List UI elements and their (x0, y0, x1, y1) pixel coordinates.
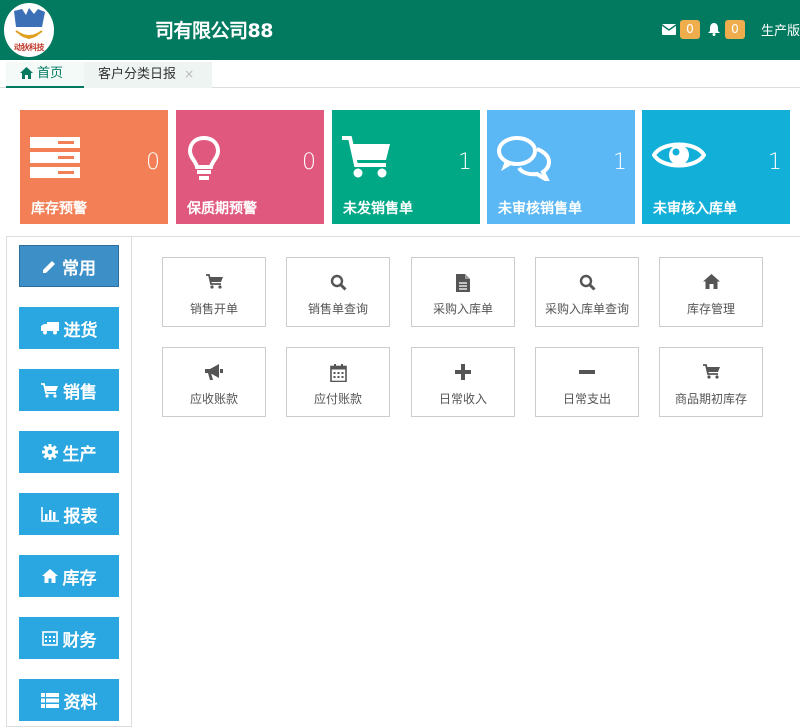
sidebar-item-label: 报表 (63, 506, 98, 527)
shortcut-label: 商品期初库存 (674, 392, 747, 406)
shortcut-sales-order[interactable]: 销售开单 (162, 257, 266, 327)
tile-unaudited-sales[interactable]: 1 未审核销售单 (487, 110, 635, 224)
tile-stock-warning[interactable]: 0 库存预警 (20, 110, 168, 224)
tab-home-label: 首页 (37, 66, 64, 81)
shortcut-inventory-management[interactable]: 库存管理 (659, 257, 763, 327)
tile-count: 0 (302, 150, 316, 175)
cart-icon (41, 382, 58, 398)
tile-label: 未发销售单 (343, 201, 413, 217)
envelope-icon[interactable] (661, 21, 677, 37)
mode-label[interactable]: 生产版 (761, 20, 800, 39)
close-icon[interactable]: × (184, 67, 194, 81)
shortcut-label: 日常支出 (562, 392, 611, 406)
sidebar-item-label: 进货 (63, 320, 98, 341)
shortcut-daily-expense[interactable]: 日常支出 (535, 347, 639, 417)
sidebar-item-label: 常用 (62, 258, 96, 279)
sidebar-item-label: 生产 (62, 444, 97, 465)
sidebar-item-sales[interactable]: 销售 (19, 369, 119, 411)
sidebar-item-finance[interactable]: 财务 (19, 617, 119, 659)
tab-customer-report[interactable]: 客户分类日报 × (84, 62, 212, 88)
bell-icon[interactable] (706, 21, 722, 37)
company-logo[interactable]: 动狄科技 (4, 3, 54, 57)
sidebar-item-inventory[interactable]: 库存 (19, 555, 119, 597)
shortcut-label: 销售单查询 (307, 302, 368, 316)
list-icon (40, 692, 59, 708)
tile-unshipped-sales[interactable]: 1 未发销售单 (332, 110, 480, 224)
plus-icon (412, 364, 514, 384)
pencil-icon (42, 259, 57, 274)
bar-chart-icon (40, 506, 59, 522)
tab-bar: 首页 客户分类日报 × (0, 60, 800, 88)
shortcut-label: 应付账款 (313, 392, 362, 406)
cart-icon (660, 364, 762, 384)
sidebar-item-data[interactable]: 资料 (19, 679, 119, 721)
notification-count-badge[interactable]: 0 (724, 19, 745, 39)
lightbulb-icon (186, 135, 222, 187)
mail-count-badge[interactable]: 0 (679, 19, 700, 39)
sidebar-item-common[interactable]: 常用 (19, 245, 119, 287)
server-icon (30, 135, 84, 183)
minus-icon (536, 364, 638, 384)
comments-icon (497, 135, 552, 186)
shortcut-label: 应收账款 (189, 392, 238, 406)
shortcut-label: 采购入库单 (432, 302, 493, 316)
tile-label: 未审核销售单 (498, 201, 582, 217)
shortcut-purchase-query[interactable]: 采购入库单查询 (535, 257, 639, 327)
gear-icon (41, 444, 58, 460)
top-header: 动狄科技 司有限公司88 0 0 生产版 (0, 0, 800, 60)
file-icon (412, 274, 514, 294)
company-name: 司有限公司88 (155, 20, 273, 42)
tile-unaudited-stock-in[interactable]: 1 未审核入库单 (642, 110, 790, 224)
shortcut-payables[interactable]: 应付账款 (286, 347, 390, 417)
shortcut-label: 日常收入 (438, 392, 487, 406)
sidebar-item-label: 资料 (63, 692, 98, 713)
sidebar-item-purchase[interactable]: 进货 (19, 307, 119, 349)
sidebar-item-label: 库存 (62, 568, 97, 589)
tile-count: 0 (146, 150, 160, 175)
home-icon (41, 569, 58, 583)
shortcut-opening-stock[interactable]: 商品期初库存 (659, 347, 763, 417)
tile-shelf-life-warning[interactable]: 0 保质期预警 (176, 110, 324, 224)
tab-home[interactable]: 首页 (6, 62, 84, 88)
cart-icon (342, 135, 392, 185)
shortcut-daily-income[interactable]: 日常收入 (411, 347, 515, 417)
tile-label: 未审核入库单 (653, 201, 737, 217)
home-icon (20, 64, 33, 88)
shortcut-label: 库存管理 (686, 302, 735, 316)
home-icon (660, 274, 762, 294)
content-divider (132, 236, 800, 237)
cart-icon (163, 274, 265, 294)
search-icon (287, 274, 389, 294)
truck-icon (40, 321, 59, 335)
sidebar-item-label: 财务 (62, 630, 97, 651)
search-icon (536, 274, 638, 294)
logo-text: 动狄科技 (14, 42, 45, 52)
eye-icon (651, 135, 707, 179)
sidebar-item-production[interactable]: 生产 (19, 431, 119, 473)
tile-label: 保质期预警 (187, 201, 257, 217)
tile-count: 1 (613, 150, 627, 175)
tab-report-label: 客户分类日报 (98, 67, 177, 82)
tile-count: 1 (458, 150, 472, 175)
tile-count: 1 (768, 150, 782, 175)
sidebar-item-label: 销售 (63, 382, 97, 403)
shortcut-sales-query[interactable]: 销售单查询 (286, 257, 390, 327)
shortcut-label: 销售开单 (189, 302, 238, 316)
shortcut-label: 采购入库单查询 (544, 302, 629, 316)
bullhorn-icon (163, 364, 265, 384)
shortcut-receivables[interactable]: 应收账款 (162, 347, 266, 417)
calendar-icon (287, 364, 389, 384)
sidebar-item-reports[interactable]: 报表 (19, 493, 119, 535)
shortcut-purchase-receipt[interactable]: 采购入库单 (411, 257, 515, 327)
calendar-icon (41, 630, 58, 646)
tile-label: 库存预警 (31, 201, 87, 217)
